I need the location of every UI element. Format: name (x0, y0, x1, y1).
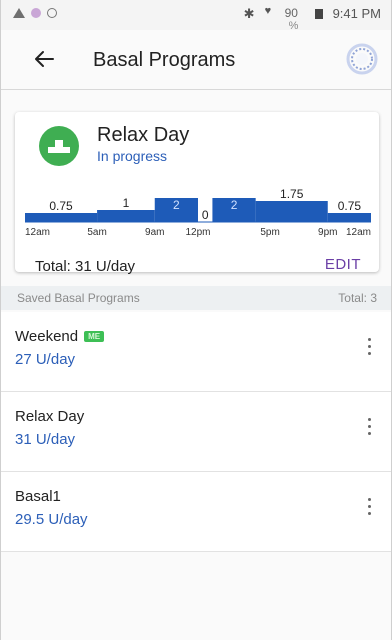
ring-status-icon (47, 8, 57, 18)
saved-programs-total: Total: 3 (338, 291, 377, 305)
basal-segment-bar (327, 213, 371, 222)
program-row-relax-day[interactable]: Relax Day 31 U/day (1, 392, 391, 472)
program-total: 29.5 U/day (15, 511, 88, 528)
phone-screen: ✱ ♥ 90 % 9:41 PM Basal Programs Relax Da… (0, 0, 392, 640)
active-program-status: In progress (97, 148, 168, 164)
back-arrow-icon[interactable] (33, 48, 55, 70)
x-tick-label: 12am (25, 227, 50, 238)
more-vert-icon[interactable] (365, 498, 373, 520)
basal-segment-label: 1 (123, 196, 130, 210)
saved-programs-label: Saved Basal Programs (17, 291, 140, 305)
x-tick-label: 12pm (185, 227, 210, 238)
battery-level: 90 (284, 6, 298, 20)
basal-chart-svg: 0.75 1 2 0 2 1.75 0.75 12am 5am 9am 12pm 5pm 9pm 12am (25, 187, 371, 238)
clock: 9:41 PM (332, 6, 381, 21)
program-name: Weekend (15, 328, 79, 345)
edit-button[interactable]: EDIT (325, 256, 361, 273)
signal-icon: ♥ (264, 5, 272, 17)
bluetooth-icon: ✱ (243, 6, 255, 21)
x-tick-label: 9pm (318, 227, 337, 238)
x-tick-label: 9am (145, 227, 164, 238)
basal-segment-label: 2 (173, 198, 180, 212)
basal-segment-label: 0 (202, 208, 209, 222)
program-name-row: Weekend ME (15, 328, 105, 345)
alert-triangle-icon (13, 8, 25, 18)
status-bar: ✱ ♥ 90 % 9:41 PM (1, 0, 391, 33)
active-program-card: Relax Day In progress 0.75 1 2 0 2 1.75 0.75 12… (15, 112, 379, 275)
basal-program-icon (39, 126, 79, 166)
program-total: 27 U/day (15, 351, 76, 368)
program-name-row: Basal1 (15, 488, 61, 505)
battery-indicator: 90 % (285, 6, 305, 32)
status-icons-left (13, 8, 57, 18)
basal-rate-chart: 0.75 1 2 0 2 1.75 0.75 12am 5am 9am 12pm 5pm 9pm 12am (25, 187, 371, 242)
more-vert-icon[interactable] (365, 418, 373, 440)
program-name: Relax Day (15, 408, 85, 425)
basal-segment-label: 1.75 (280, 187, 304, 201)
status-icons-right: ✱ ♥ 90 % 9:41 PM (243, 5, 381, 33)
active-program-name: Relax Day (97, 124, 190, 146)
x-tick-label: 12am (346, 227, 371, 238)
profile-ring-icon[interactable] (345, 42, 379, 76)
program-name: Basal1 (15, 488, 61, 505)
basal-segment-bar (255, 201, 328, 222)
basal-segment-label: 0.75 (338, 199, 362, 213)
app-header: Basal Programs (1, 30, 391, 90)
page-title: Basal Programs (93, 49, 236, 71)
pod-status-icon (31, 8, 41, 18)
program-name-row: Relax Day (15, 408, 84, 425)
program-row-weekend[interactable]: Weekend ME 27 U/day (1, 312, 391, 392)
battery-icon (314, 9, 323, 19)
x-tick-label: 5pm (260, 227, 279, 238)
basal-segment-label: 0.75 (49, 199, 73, 213)
saved-programs-list: Weekend ME 27 U/day Relax Day 31 U/day B… (1, 312, 391, 552)
me-badge: ME (84, 331, 105, 342)
more-vert-icon[interactable] (365, 338, 373, 360)
basal-segment-bar (25, 213, 98, 222)
program-row-basal1[interactable]: Basal1 29.5 U/day (1, 472, 391, 552)
basal-segment-bar (97, 210, 155, 222)
x-tick-label: 5am (87, 227, 106, 238)
active-program-total: Total: 31 U/day (35, 258, 136, 275)
program-total: 31 U/day (15, 431, 76, 448)
saved-programs-header: Saved Basal Programs Total: 3 (1, 286, 391, 310)
basal-segment-label: 2 (231, 198, 238, 212)
